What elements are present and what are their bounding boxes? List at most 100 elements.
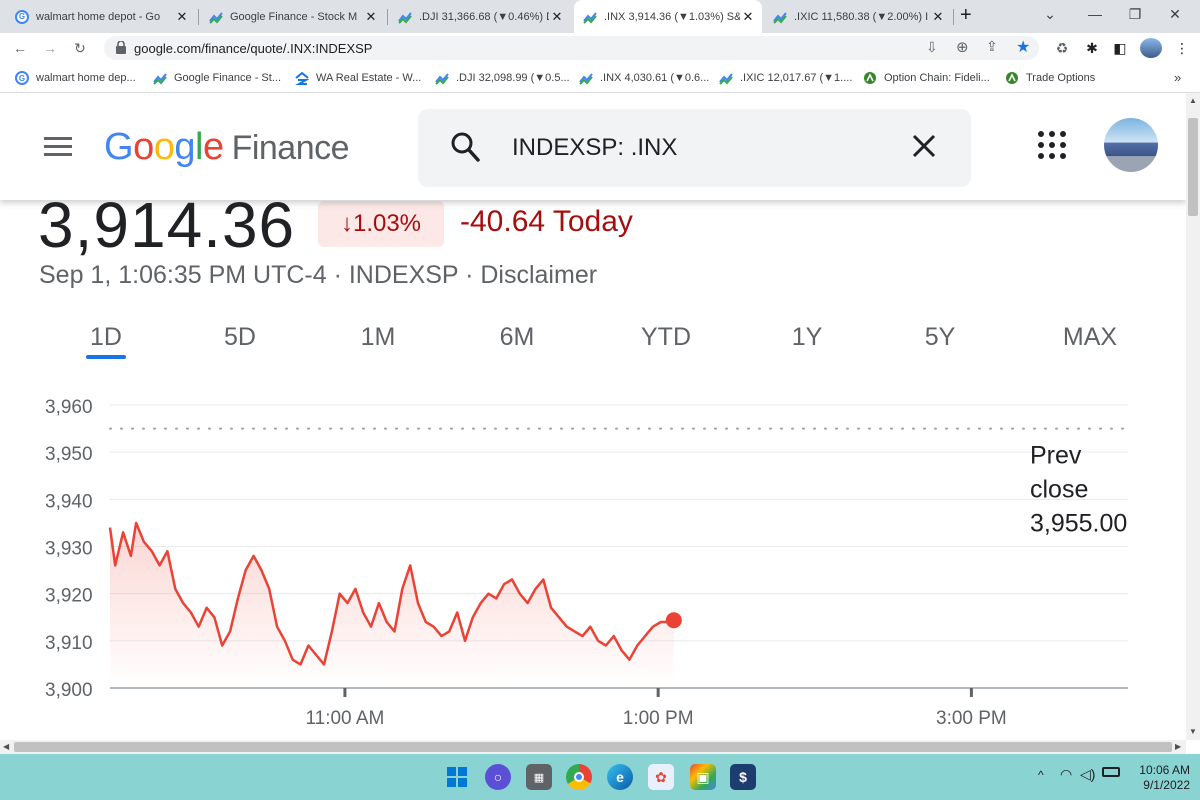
finance-header: Google Finance INDEXSP: .INX — [0, 93, 1186, 200]
scroll-down-arrow-icon[interactable]: ▼ — [1189, 727, 1197, 736]
close-icon[interactable]: ✕ — [363, 9, 379, 25]
bookmark-label: Google Finance - St... — [174, 72, 281, 84]
bookmark-item[interactable]: Option Chain: Fideli... — [862, 70, 990, 86]
hamburger-menu-icon[interactable] — [44, 137, 72, 157]
window-close-icon[interactable]: ✕ — [1155, 0, 1195, 28]
edge-icon[interactable]: e — [607, 764, 633, 790]
browser-tab[interactable]: .IXIC 11,580.38 (▼2.00%) I ✕ — [764, 0, 952, 33]
calculator-icon[interactable]: ▦ — [526, 764, 552, 790]
x-tick-label: 11:00 AM — [305, 708, 384, 729]
taskbar: ○ ▦ e ✿ ▣ $ ^ ◠ ◁) 10:06 AM 9/1/2022 — [0, 754, 1200, 800]
scroll-up-arrow-icon[interactable]: ▲ — [1189, 96, 1197, 105]
close-icon[interactable]: ✕ — [549, 9, 565, 25]
back-arrow-icon[interactable]: ← — [10, 38, 30, 58]
scroll-right-arrow-icon[interactable]: ▶ — [1175, 742, 1181, 751]
menu-kebab-icon[interactable]: ⋮ — [1172, 38, 1192, 58]
extensions-puzzle-icon[interactable]: ✱ — [1082, 38, 1102, 58]
wifi-icon[interactable]: ◠ — [1060, 766, 1072, 783]
bookmark-item[interactable]: WA Real Estate - W... — [294, 70, 421, 86]
tab-title: .IXIC 11,580.38 (▼2.00%) I — [794, 10, 929, 23]
url-text: google.com/finance/quote/.INX:INDEXSP — [134, 41, 373, 56]
zoom-icon[interactable]: ⊕ — [956, 38, 969, 56]
windows-start-icon[interactable] — [444, 764, 470, 790]
y-tick-label: 3,920 — [45, 586, 93, 607]
google-finance-icon — [718, 70, 734, 86]
photos-icon[interactable]: ▣ — [690, 764, 716, 790]
clear-search-icon[interactable] — [911, 133, 937, 164]
tab-strip: G walmart home depot - Go ✕ Google Finan… — [0, 0, 1200, 33]
google-g-icon: G — [14, 70, 30, 86]
tab-separator — [387, 9, 388, 25]
y-tick-label: 3,960 — [45, 397, 93, 418]
system-clock[interactable]: 10:06 AM 9/1/2022 — [1120, 763, 1190, 793]
y-tick-label: 3,940 — [45, 491, 93, 512]
tab-separator — [953, 9, 954, 25]
search-icon — [450, 131, 480, 168]
account-avatar[interactable] — [1104, 118, 1158, 172]
restore-icon[interactable]: ❐ — [1115, 0, 1155, 28]
logo-google: Google — [104, 126, 224, 168]
y-tick-label: 3,950 — [45, 444, 93, 465]
bookmark-item[interactable]: .INX 4,030.61 (▼0.6... — [578, 70, 709, 86]
prev-close-label: Prev — [1030, 442, 1082, 470]
google-finance-logo[interactable]: Google Finance — [104, 126, 350, 169]
bookmark-item[interactable]: .DJI 32,098.99 (▼0.5... — [434, 70, 570, 86]
tab-title: Google Finance - Stock M — [230, 10, 358, 23]
bookmark-star-icon[interactable]: ★ — [1016, 37, 1030, 57]
vertical-scroll-thumb[interactable] — [1188, 118, 1198, 216]
minimize-icon[interactable]: — — [1075, 0, 1115, 28]
bookmark-label: .IXIC 12,017.67 (▼1.... — [740, 72, 853, 84]
close-icon[interactable]: ✕ — [174, 9, 190, 25]
bookmark-item[interactable]: Google Finance - St... — [152, 70, 281, 86]
y-tick-label: 3,930 — [45, 539, 93, 560]
extension-recycle-icon[interactable]: ♻ — [1052, 38, 1072, 58]
battery-icon[interactable] — [1102, 767, 1120, 777]
share-icon[interactable]: ⇪ — [986, 38, 998, 55]
profile-avatar-icon[interactable] — [1140, 38, 1162, 58]
fidelity-icon — [862, 70, 878, 86]
bookmarks-overflow-button[interactable]: » — [1174, 70, 1181, 85]
bookmark-label: walmart home dep... — [36, 72, 136, 84]
logo-finance: Finance — [231, 129, 350, 167]
side-panel-icon[interactable]: ◧ — [1110, 38, 1130, 58]
browser-tab-active[interactable]: .INX 3,914.36 (▼1.03%) S& ✕ — [574, 0, 762, 33]
browser-tab[interactable]: Google Finance - Stock M ✕ — [200, 0, 385, 33]
bookmark-label: .DJI 32,098.99 (▼0.5... — [456, 72, 570, 84]
install-app-icon[interactable]: ⇩ — [926, 39, 938, 56]
chrome-icon[interactable] — [566, 764, 592, 790]
forward-arrow-icon[interactable]: → — [40, 38, 60, 58]
y-tick-label: 3,900 — [45, 680, 93, 701]
search-input[interactable]: INDEXSP: .INX — [512, 134, 677, 162]
google-finance-icon — [397, 9, 413, 25]
browser-tab[interactable]: G walmart home depot - Go ✕ — [6, 0, 196, 33]
browser-tab[interactable]: .DJI 31,366.68 (▼0.46%) D ✕ — [389, 0, 571, 33]
bookmark-label: .INX 4,030.61 (▼0.6... — [600, 72, 710, 84]
volume-icon[interactable]: ◁) — [1080, 766, 1095, 783]
paint-icon[interactable]: ✿ — [648, 764, 674, 790]
trading-app-icon[interactable]: $ — [730, 764, 756, 790]
chevron-up-icon[interactable]: ^ — [1038, 768, 1044, 782]
google-finance-icon — [208, 9, 224, 25]
bookmark-label: WA Real Estate - W... — [316, 72, 422, 84]
search-box[interactable]: INDEXSP: .INX — [418, 109, 971, 187]
bookmark-item[interactable]: G walmart home dep... — [14, 70, 136, 86]
chevron-down-icon[interactable]: ⌄ — [1030, 0, 1070, 28]
cortana-icon[interactable]: ○ — [485, 764, 511, 790]
close-icon[interactable]: ✕ — [930, 9, 946, 25]
browser-toolbar: ← → ↻ google.com/finance/quote/.INX:INDE… — [0, 33, 1200, 63]
new-tab-button[interactable]: + — [960, 4, 972, 27]
google-finance-icon — [772, 9, 788, 25]
close-icon[interactable]: ✕ — [740, 9, 756, 25]
address-bar[interactable]: google.com/finance/quote/.INX:INDEXSP ⇩ … — [104, 36, 1039, 60]
series-area — [110, 522, 674, 688]
prev-close-label: 3,955.00 — [1030, 510, 1127, 538]
reload-icon[interactable]: ↻ — [70, 38, 90, 58]
clock-time: 10:06 AM — [1139, 763, 1190, 777]
bookmark-item[interactable]: Trade Options — [1004, 70, 1095, 86]
horizontal-scroll-thumb[interactable] — [14, 742, 1172, 752]
google-apps-grid-icon[interactable] — [1038, 131, 1066, 159]
tab-title: .INX 3,914.36 (▼1.03%) S& — [604, 10, 740, 23]
zillow-icon — [294, 70, 310, 86]
bookmark-item[interactable]: .IXIC 12,017.67 (▼1.... — [718, 70, 852, 86]
scroll-left-arrow-icon[interactable]: ◀ — [3, 742, 9, 751]
